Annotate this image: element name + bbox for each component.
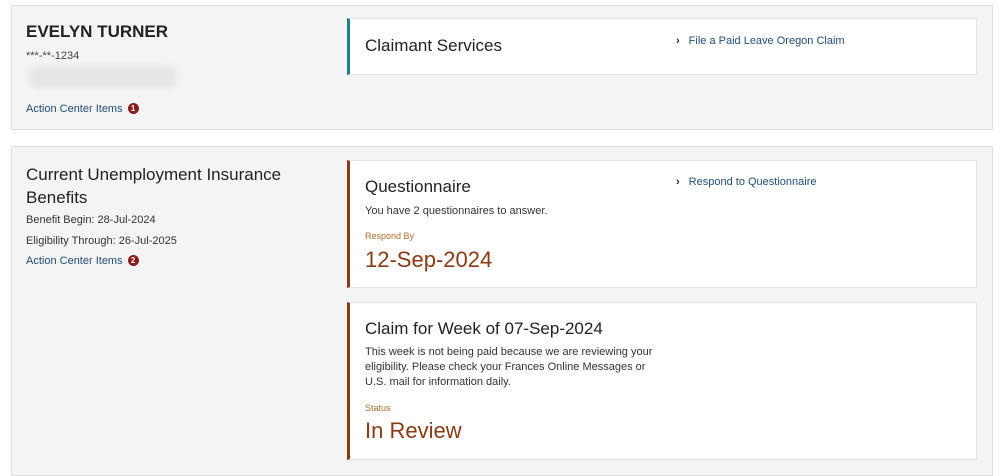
- respond-to-questionnaire-label[interactable]: Respond to Questionnaire: [689, 176, 817, 188]
- ssn-masked: ***-**-1234: [26, 50, 80, 62]
- chevron-right-icon: ›: [676, 35, 680, 47]
- benefits-title: Current Unemployment Insurance Benefits: [26, 165, 282, 207]
- redacted-info: [28, 66, 178, 88]
- respond-by-label: Respond By: [365, 231, 415, 241]
- claim-week-card: Claim for Week of 07-Sep-2024 This week …: [347, 302, 977, 460]
- status-value: In Review: [365, 418, 462, 443]
- claimant-name: EVELYN TURNER: [26, 22, 169, 41]
- file-paid-leave-claim-link[interactable]: › File a Paid Leave Oregon Claim: [676, 35, 845, 47]
- notification-badge-icon: 1: [127, 103, 139, 114]
- claimant-services-title: Claimant Services: [365, 36, 502, 55]
- claimant-panel: EVELYN TURNER ***-**-1234 Action Center …: [11, 5, 993, 130]
- action-center-items-link-2[interactable]: Action Center Items 2: [26, 255, 139, 267]
- benefit-begin: Benefit Begin: 28-Jul-2024: [26, 214, 156, 226]
- respond-by-date: 12-Sep-2024: [365, 247, 493, 272]
- action-center-label[interactable]: Action Center Items: [26, 103, 123, 115]
- claim-week-title: Claim for Week of 07-Sep-2024: [365, 319, 603, 338]
- claim-week-description-line1: This week is not being paid because we a…: [365, 346, 653, 358]
- benefits-panel: Current Unemployment Insurance Benefits …: [11, 146, 993, 476]
- respond-to-questionnaire-link[interactable]: › Respond to Questionnaire: [676, 176, 816, 188]
- action-center-items-link[interactable]: Action Center Items 1: [26, 103, 139, 115]
- chevron-right-icon: ›: [676, 176, 680, 188]
- claim-week-description-line3: U.S. mail for information daily.: [365, 376, 511, 388]
- questionnaire-title: Questionnaire: [365, 177, 471, 196]
- status-label: Status: [365, 403, 391, 413]
- action-center-label-2[interactable]: Action Center Items: [26, 255, 123, 267]
- eligibility-through: Eligibility Through: 26-Jul-2025: [26, 235, 177, 247]
- questionnaire-card: Questionnaire You have 2 questionnaires …: [347, 160, 977, 288]
- claim-week-description-line2: eligibility. Please check your Frances O…: [365, 361, 646, 373]
- file-paid-leave-claim-label[interactable]: File a Paid Leave Oregon Claim: [689, 35, 845, 47]
- questionnaire-description: You have 2 questionnaires to answer.: [365, 205, 548, 217]
- notification-badge-icon: 2: [127, 255, 139, 266]
- claimant-services-card: Claimant Services › File a Paid Leave Ore…: [347, 18, 977, 75]
